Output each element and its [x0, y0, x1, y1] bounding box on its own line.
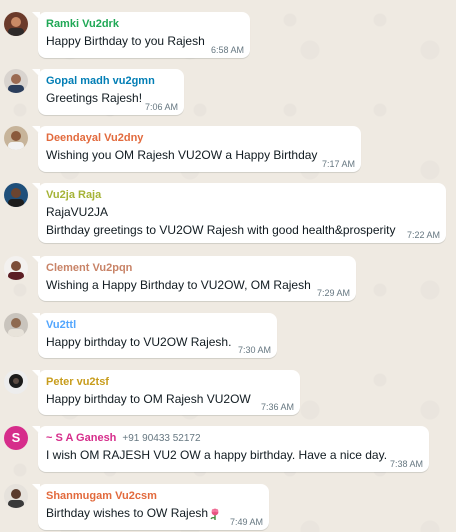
sender-phone[interactable]: +91 90433 52172	[122, 433, 200, 444]
avatar-photo	[4, 12, 28, 36]
sender-name[interactable]: Shanmugam Vu2csm	[46, 489, 261, 504]
message-text: Happy birthday to OM Rajesh VU2OW	[46, 392, 251, 406]
message-text: Wishing you OM Rajesh VU2OW a Happy Birt…	[46, 148, 318, 162]
message-time: 7:30 AM	[237, 345, 271, 355]
message-time: 7:06 AM	[144, 102, 178, 112]
message-bubble[interactable]: Gopal madh vu2gmn Greetings Rajesh! 7:06…	[32, 69, 184, 115]
avatar[interactable]	[4, 126, 28, 150]
message-bubble[interactable]: Vu2ttl Happy birthday to VU2OW Rajesh. 7…	[32, 313, 277, 358]
avatar[interactable]	[4, 313, 28, 337]
message-bubble[interactable]: Clement Vu2pqn Wishing a Happy Birthday …	[32, 256, 356, 301]
message-text: Wishing a Happy Birthday to VU2OW, OM Ra…	[46, 278, 311, 292]
message-text: Birthday wishes to OW Rajesh	[46, 506, 209, 520]
message-text: Birthday greetings to VU2OW Rajesh with …	[46, 223, 396, 237]
sender-name[interactable]: ~ S A Ganesh +91 90433 52172	[46, 431, 421, 446]
message-time: 7:29 AM	[316, 288, 350, 298]
message-time: 7:38 AM	[389, 459, 423, 469]
avatar[interactable]	[4, 69, 28, 93]
avatar-photo	[4, 126, 28, 150]
sender-name[interactable]: Clement Vu2pqn	[46, 261, 348, 276]
avatar[interactable]	[4, 370, 28, 394]
sender-name[interactable]: Gopal madh vu2gmn	[46, 74, 176, 89]
message-bubble[interactable]: Vu2ja Raja RajaVU2JA Birthday greetings …	[32, 183, 446, 243]
sender-name[interactable]: Ramki Vu2drk	[46, 17, 242, 32]
message-time: 7:22 AM	[406, 230, 440, 240]
sender-name[interactable]: Vu2ttl	[46, 318, 269, 333]
message-time: 6:58 AM	[210, 45, 244, 55]
wilted-flower-icon	[208, 507, 222, 521]
chat-panel: Ramki Vu2drk Happy Birthday to you Rajes…	[0, 0, 456, 532]
message-text: Happy birthday to VU2OW Rajesh.	[46, 335, 232, 349]
sender-name-text[interactable]: ~ S A Ganesh	[46, 432, 116, 444]
message-bubble[interactable]: Deendayal Vu2dny Wishing you OM Rajesh V…	[32, 126, 361, 172]
avatar[interactable]	[4, 183, 28, 207]
avatar-photo	[4, 370, 28, 394]
sender-name[interactable]: Vu2ja Raja	[46, 188, 438, 203]
wilted-flower-svg	[210, 508, 219, 520]
message-text-line1: RajaVU2JA	[46, 205, 109, 219]
avatar-photo	[4, 69, 28, 93]
message-bubble[interactable]: Shanmugam Vu2csm Birthday wishes to OW R…	[32, 484, 269, 530]
avatar[interactable]	[4, 484, 28, 508]
sender-name[interactable]: Peter vu2tsf	[46, 375, 292, 390]
message-time: 7:17 AM	[321, 159, 355, 169]
message-text: I wish OM RAJESH VU2 OW a happy birthday…	[46, 448, 388, 462]
sender-name[interactable]: Deendayal Vu2dny	[46, 131, 353, 146]
message-bubble[interactable]: ~ S A Ganesh +91 90433 52172 I wish OM RA…	[32, 426, 429, 472]
message-text-row: Birthday wishes to OW Rajesh	[46, 504, 261, 522]
avatar-photo	[4, 484, 28, 508]
avatar[interactable]	[4, 256, 28, 280]
avatar-photo	[4, 183, 28, 207]
avatar-initial[interactable]: S	[4, 426, 28, 450]
message-time: 7:36 AM	[260, 402, 294, 412]
avatar[interactable]	[4, 12, 28, 36]
avatar-photo	[4, 256, 28, 280]
avatar-photo	[4, 313, 28, 337]
message-bubble[interactable]: Peter vu2tsf Happy birthday to OM Rajesh…	[32, 370, 300, 415]
message-bubble[interactable]: Ramki Vu2drk Happy Birthday to you Rajes…	[32, 12, 250, 58]
message-time: 7:49 AM	[229, 517, 263, 527]
